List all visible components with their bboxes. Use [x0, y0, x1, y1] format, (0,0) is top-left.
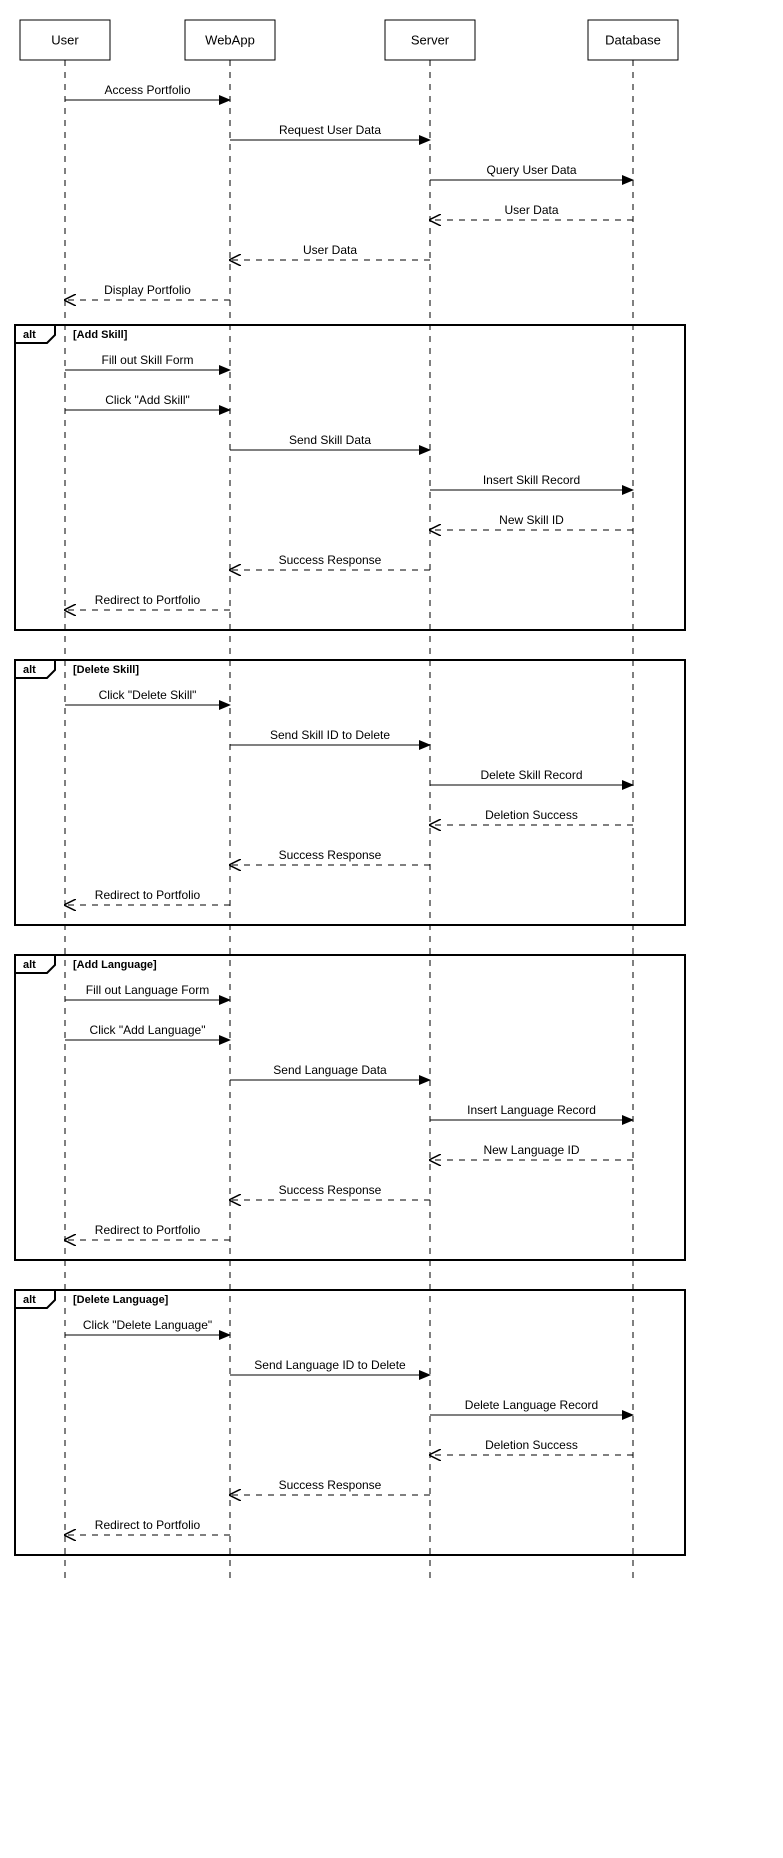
- alt-label: alt: [23, 1294, 36, 1306]
- message-label: Redirect to Portfolio: [95, 1518, 201, 1532]
- message-label: New Skill ID: [499, 513, 564, 527]
- message-label: Request User Data: [279, 123, 381, 137]
- message-label: Click "Add Language": [90, 1023, 206, 1037]
- alt-label: alt: [23, 329, 36, 341]
- message-label: Click "Delete Language": [83, 1318, 212, 1332]
- sequence-diagram: User WebApp Server Database Access Portfolio…: [0, 0, 700, 1600]
- message-label: Deletion Success: [485, 1438, 578, 1452]
- message-label: Redirect to Portfolio: [95, 888, 201, 902]
- message-label: Insert Skill Record: [483, 473, 580, 487]
- alt-label: alt: [23, 959, 36, 971]
- alt-guard: [Delete Language]: [73, 1294, 169, 1306]
- participant-label-database: Database: [605, 33, 661, 48]
- message-label: Success Response: [279, 553, 382, 567]
- message-label: User Data: [504, 203, 558, 217]
- message-label: Delete Language Record: [465, 1398, 598, 1412]
- message-label: User Data: [303, 243, 357, 257]
- participant-label-webapp: WebApp: [205, 33, 255, 48]
- message-label: Delete Skill Record: [480, 768, 582, 782]
- message-label: Deletion Success: [485, 808, 578, 822]
- message-label: Send Skill ID to Delete: [270, 728, 390, 742]
- alt-fragment: [15, 325, 685, 630]
- alt-guard: [Add Skill]: [73, 329, 128, 341]
- message-label: Access Portfolio: [104, 83, 190, 97]
- message-label: Click "Delete Skill": [99, 688, 197, 702]
- message-label: Fill out Skill Form: [101, 353, 193, 367]
- message-label: Redirect to Portfolio: [95, 1223, 201, 1237]
- message-label: Query User Data: [486, 163, 576, 177]
- message-label: Send Language ID to Delete: [254, 1358, 406, 1372]
- message-label: Send Language Data: [273, 1063, 387, 1077]
- message-label: New Language ID: [483, 1143, 579, 1157]
- participant-label-server: Server: [411, 33, 450, 48]
- alt-label: alt: [23, 664, 36, 676]
- message-label: Insert Language Record: [467, 1103, 596, 1117]
- message-label: Click "Add Skill": [105, 393, 190, 407]
- message-label: Success Response: [279, 1478, 382, 1492]
- message-label: Send Skill Data: [289, 433, 371, 447]
- message-label: Fill out Language Form: [86, 983, 209, 997]
- message-label: Redirect to Portfolio: [95, 593, 201, 607]
- alt-guard: [Add Language]: [73, 959, 157, 971]
- message-label: Success Response: [279, 848, 382, 862]
- alt-guard: [Delete Skill]: [73, 664, 139, 676]
- participant-label-user: User: [51, 33, 79, 48]
- message-label: Display Portfolio: [104, 283, 191, 297]
- message-label: Success Response: [279, 1183, 382, 1197]
